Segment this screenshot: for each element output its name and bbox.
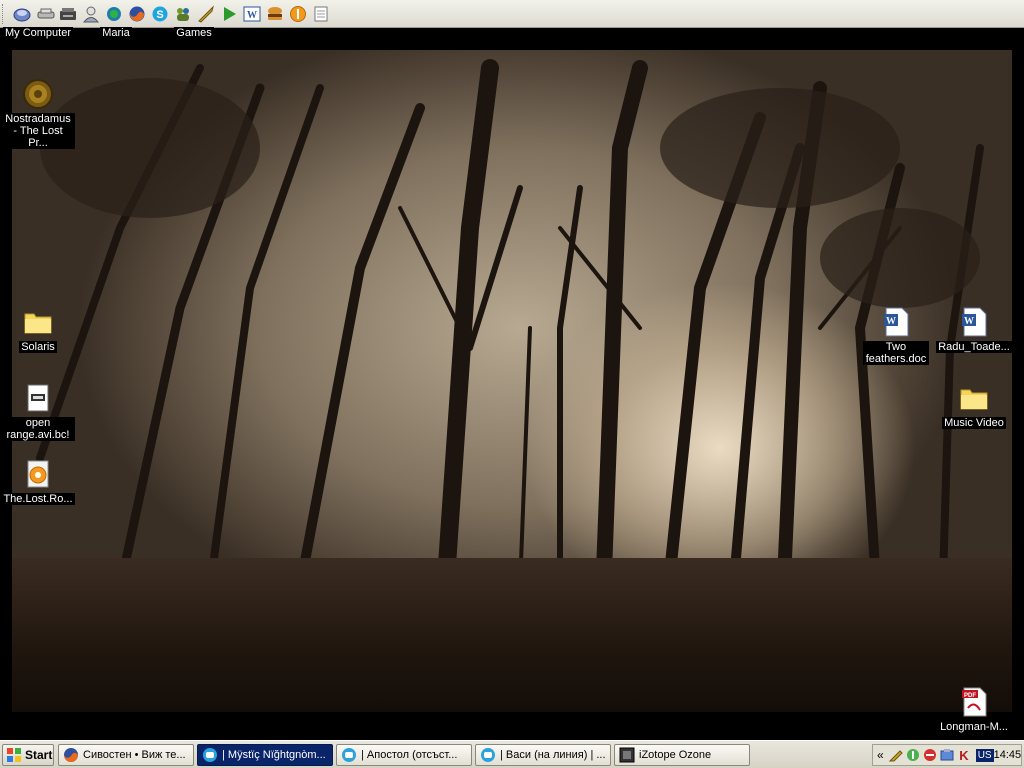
windows-logo-icon [6,747,22,763]
desktop-icon-games[interactable]: Games [157,24,231,39]
svg-text:W: W [247,10,257,21]
folder-icon [958,382,990,414]
firefox-icon [63,747,79,763]
hamburger-icon[interactable] [265,4,285,24]
toolbar-grip[interactable] [2,4,5,24]
coin-icon [22,78,54,110]
security-icon[interactable] [939,747,955,763]
user-icon[interactable] [81,4,101,24]
taskbar-button-izotope-ozone[interactable]: iZotope Ozone [614,744,750,766]
taskbar-button-skype-chat-vasi[interactable]: | Васи (на линия) | ... [475,744,611,766]
desktop-icon-my-computer[interactable]: My Computer [1,24,75,39]
desktop-wallpaper[interactable] [0,28,1024,740]
desktop-icon-label: Radu_Toade... [936,341,1012,353]
tray-expand-button[interactable]: « [877,748,884,762]
desktop-icon-the-lost-ro[interactable]: The.Lost.Ro... [1,458,75,505]
taskbar-button-label: Сивостен • Виж те... [83,749,186,761]
file-icon [22,382,54,414]
taskbar: Start Сивостен • Виж те... | Mÿstïç Nïğh… [0,740,1024,768]
skype-chat-icon [480,747,496,763]
desktop-icon-label: My Computer [2,27,74,39]
skype-icon[interactable]: S [150,4,170,24]
desktop-icon-music-video[interactable]: Music Video [937,382,1011,429]
desktop-icon-maria[interactable]: Maria [79,24,153,39]
desktop-icon-nostradamus[interactable]: Nostradamus - The Lost Pr... [1,78,75,149]
media-file-icon [22,458,54,490]
desktop-icon-label: Music Video [942,417,1006,429]
show-desktop-icon[interactable] [12,4,32,24]
taskbar-button-label: iZotope Ozone [639,749,712,761]
desktop-icon-radu-toade[interactable]: W Radu_Toade... [936,306,1012,353]
wallpaper-bottom-border [0,712,1024,740]
taskbar-button-label: | Апостол (отсъст... [361,749,458,761]
desktop-icon-label: Nostradamus - The Lost Pr... [1,113,75,149]
quick-launch-toolbar: S W [0,0,1024,28]
clock[interactable]: 14:45 [994,749,1022,761]
language-indicator[interactable]: US [975,748,994,762]
folder-icon [22,306,54,338]
desktop-icon-solaris[interactable]: Solaris [1,306,75,353]
internet-explorer-icon[interactable] [104,4,124,24]
network-icon[interactable] [905,747,921,763]
svg-text:S: S [156,9,163,21]
svg-text:W: W [886,316,896,327]
word-doc-icon: W [880,306,912,338]
start-button[interactable]: Start [2,744,54,766]
scanner-icon[interactable] [58,4,78,24]
word-doc-icon: W [958,306,990,338]
word-icon[interactable]: W [242,4,262,24]
firefox-icon[interactable] [127,4,147,24]
system-tray: « K US 14:45 [872,744,1022,766]
start-label: Start [25,748,53,762]
taskbar-button-label: | Васи (на линия) | ... [500,749,606,761]
notepad-icon[interactable] [311,4,331,24]
desktop-icon-label: Games [174,27,214,39]
skype-chat-icon [341,747,357,763]
tool-icon[interactable] [888,747,904,763]
izotope-icon [619,747,635,763]
play-icon[interactable] [219,4,239,24]
desktop-icon-label: The.Lost.Ro... [1,493,75,505]
taskbar-button-skype-chat-mystic[interactable]: | Mÿstïç Nïğhtgnòm... [197,744,333,766]
desktop-icon-label: Longman-M... [938,721,1010,733]
desktop-icon-open-range[interactable]: open range.avi.bc! [1,382,75,441]
svg-text:PDF: PDF [964,693,976,699]
kaspersky-icon[interactable]: K [956,747,972,763]
skype-status-icon[interactable] [922,747,938,763]
desktop-icon-label: Maria [100,27,132,39]
taskbar-button-firefox[interactable]: Сивостен • Виж те... [58,744,194,766]
pdf-icon: PDF [958,686,990,718]
desktop-icon-label: open range.avi.bc! [1,417,75,441]
orange-ball-icon[interactable] [288,4,308,24]
desktop-icon-label: Two feathers.doc [863,341,929,365]
desktop-icon-longman[interactable]: PDF Longman-M... [937,686,1011,733]
taskbar-button-skype-chat-apostol[interactable]: | Апостол (отсъст... [336,744,472,766]
skype-chat-icon [202,747,218,763]
desktop-icon-label: Solaris [19,341,57,353]
forest-floor [12,558,1012,718]
taskbar-button-label: | Mÿstïç Nïğhtgnòm... [222,749,326,761]
messenger-icon[interactable] [173,4,193,24]
network-drive-icon[interactable] [36,4,56,24]
sword-icon[interactable] [196,4,216,24]
svg-text:W: W [964,316,974,327]
desktop-icon-two-feathers[interactable]: W Two feathers.doc [859,306,933,365]
svg-text:K: K [959,748,969,763]
